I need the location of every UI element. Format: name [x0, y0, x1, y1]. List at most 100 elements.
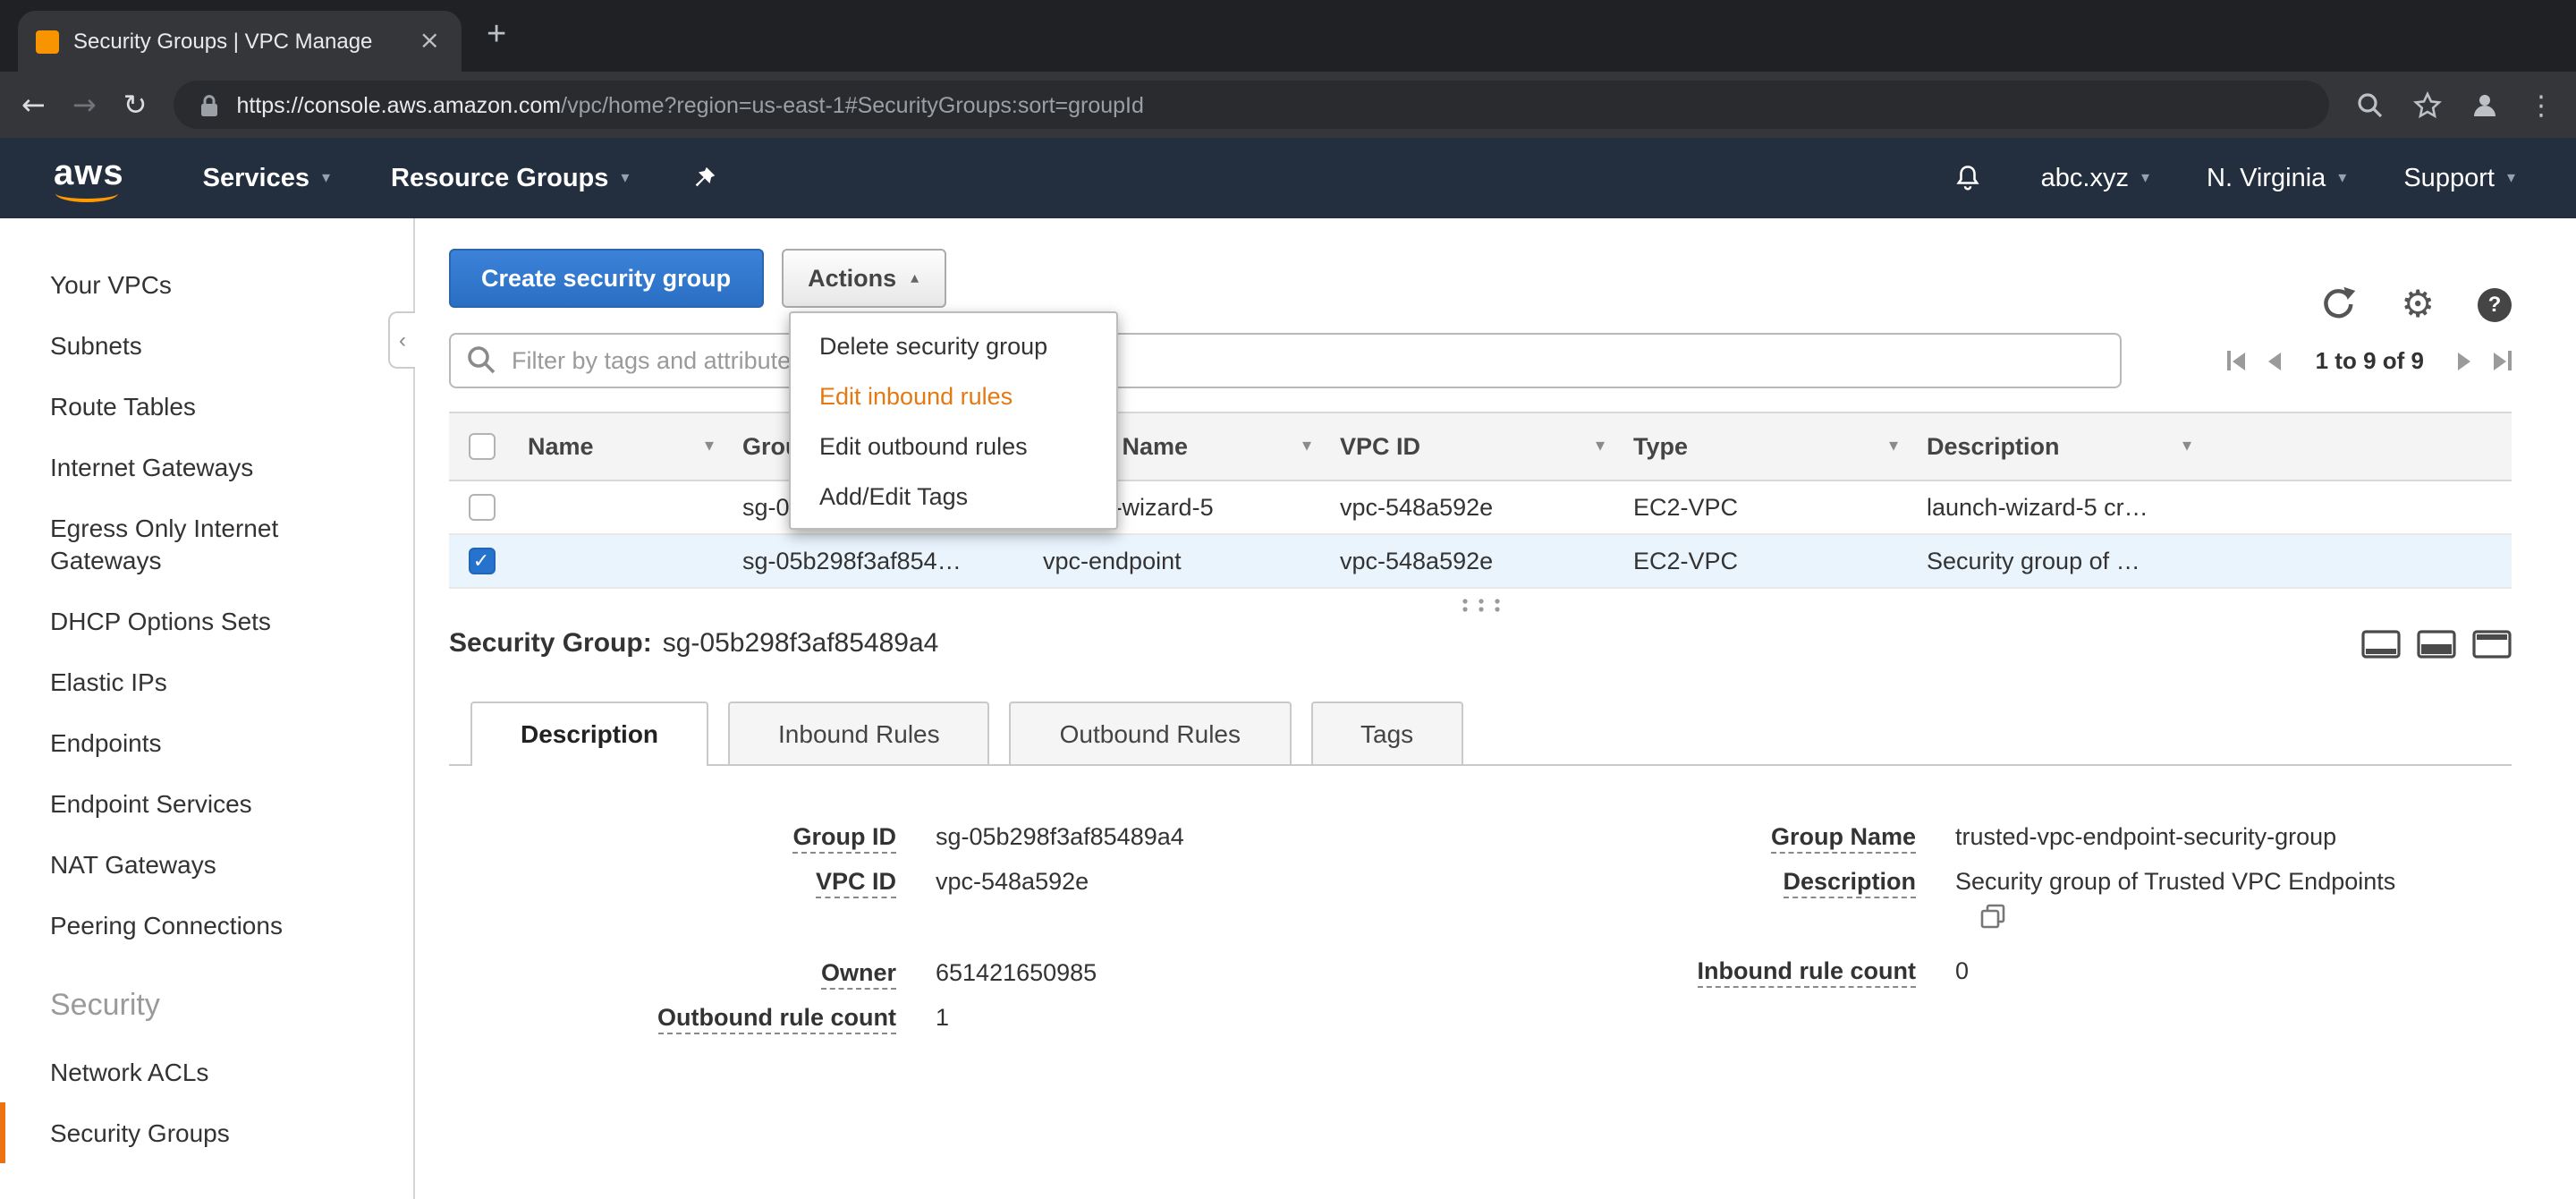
- tab-outbound-rules[interactable]: Outbound Rules: [1009, 702, 1291, 764]
- select-all-checkbox[interactable]: [449, 413, 513, 480]
- sidebar-item-your-vpcs[interactable]: Your VPCs: [0, 254, 413, 315]
- sidebar-item-subnets[interactable]: Subnets: [0, 315, 413, 376]
- sort-caret-icon: ▾: [1595, 437, 1605, 456]
- main-content: Create security group Actions ▴ ⚙ ? Dele…: [417, 218, 2576, 1199]
- sidebar-item-internet-gateways[interactable]: Internet Gateways: [0, 437, 413, 497]
- search-icon[interactable]: [2356, 90, 2385, 119]
- column-header-filler: [2206, 413, 2512, 480]
- menu-item-add-edit-tags[interactable]: Add/Edit Tags: [791, 471, 1116, 521]
- chevron-down-icon: ▾: [621, 169, 630, 187]
- toolbar-icons: ⋮: [2356, 89, 2555, 121]
- nav-right: abc.xyz ▾ N. Virginia ▾ Support ▾: [1952, 162, 2515, 194]
- row-checkbox[interactable]: ✓: [449, 535, 513, 589]
- pin-icon[interactable]: [690, 165, 716, 191]
- sidebar-item-route-tables[interactable]: Route Tables: [0, 376, 413, 437]
- first-page-button[interactable]: [2227, 351, 2246, 370]
- menu-item-edit-outbound-rules[interactable]: Edit outbound rules: [791, 421, 1116, 471]
- pane-split-icon[interactable]: [2417, 629, 2456, 658]
- cell-filler: [2206, 481, 2512, 535]
- url-bar[interactable]: https://console.aws.amazon.com/vpc/home?…: [174, 81, 2329, 129]
- sidebar-item-endpoint-services[interactable]: Endpoint Services: [0, 773, 413, 834]
- bell-icon[interactable]: [1952, 162, 1984, 194]
- aws-navbar: aws Services ▾ Resource Groups ▾ abc.xyz ▾ …: [0, 138, 2576, 218]
- field-label-group-id: Group ID: [503, 823, 896, 854]
- pane-minimized-icon[interactable]: [2361, 629, 2401, 658]
- help-icon[interactable]: ?: [2478, 287, 2512, 321]
- cell-group-name: vpc-endpoint: [1029, 535, 1326, 589]
- cell-vpc-id: vpc-548a592e: [1326, 481, 1619, 535]
- collapse-arrow-icon: ‹: [399, 327, 406, 353]
- tab-tags[interactable]: Tags: [1310, 702, 1464, 764]
- refresh-icon[interactable]: [2318, 285, 2358, 324]
- cell-description: launch-wizard-5 cr…: [1912, 481, 2206, 535]
- sidebar: Your VPCs Subnets Route Tables Internet …: [0, 218, 415, 1199]
- sort-caret-icon: ▾: [1888, 437, 1898, 456]
- sidebar-collapse-button[interactable]: ‹: [388, 311, 415, 369]
- description-tab-content: Group ID sg-05b298f3af85489a4 VPC ID vpc…: [449, 823, 2512, 1049]
- field-value-group-name: trusted-vpc-endpoint-security-group: [1955, 823, 2337, 850]
- sidebar-item-dhcp-options-sets[interactable]: DHCP Options Sets: [0, 591, 413, 651]
- actions-button[interactable]: Actions ▴: [781, 249, 946, 308]
- aws-favicon-icon: [36, 30, 59, 53]
- column-header-vpc-id[interactable]: VPC ID ▾: [1326, 413, 1619, 480]
- reload-icon[interactable]: ↻: [123, 89, 148, 119]
- row-checkbox[interactable]: [449, 481, 513, 535]
- field-value-vpc-id: vpc-548a592e: [936, 868, 1089, 895]
- copy-icon[interactable]: [1980, 904, 2005, 929]
- profile-icon[interactable]: [2470, 90, 2499, 119]
- column-header-type[interactable]: Type ▾: [1619, 413, 1912, 480]
- sidebar-item-network-acls[interactable]: Network ACLs: [0, 1042, 413, 1102]
- table-row-selected[interactable]: ✓ sg-05b298f3af854… vpc-endpoint vpc-548…: [449, 535, 2512, 589]
- action-button-row: Create security group Actions ▴ ⚙ ?: [449, 249, 2512, 322]
- detail-header: Security Group: sg-05b298f3af85489a4: [449, 628, 2512, 659]
- create-security-group-button[interactable]: Create security group: [449, 249, 764, 308]
- sidebar-section-security: Security: [50, 988, 160, 1022]
- new-tab-button[interactable]: +: [487, 16, 506, 55]
- sidebar-item-peering-connections[interactable]: Peering Connections: [0, 895, 413, 956]
- menu-item-delete-security-group[interactable]: Delete security group: [791, 320, 1116, 370]
- field-value-inbound-rule-count: 0: [1955, 957, 1970, 984]
- browser-tab[interactable]: Security Groups | VPC Manage ×: [18, 11, 462, 72]
- pane-maximized-icon[interactable]: [2472, 629, 2512, 658]
- bookmark-star-icon[interactable]: [2413, 90, 2442, 119]
- field-label-description: Description: [1504, 868, 1916, 947]
- cell-group-id: sg-05b298f3af854…: [728, 535, 1029, 589]
- sidebar-item-endpoints[interactable]: Endpoints: [0, 712, 413, 773]
- nav-support[interactable]: Support ▾: [2403, 164, 2515, 192]
- tab-inbound-rules[interactable]: Inbound Rules: [728, 702, 990, 764]
- detail-pane-layout-controls: [2361, 629, 2512, 658]
- browser-menu-icon[interactable]: ⋮: [2528, 89, 2555, 121]
- cell-type: EC2-VPC: [1619, 535, 1912, 589]
- sidebar-item-nat-gateways[interactable]: NAT Gateways: [0, 834, 413, 895]
- tab-close-icon[interactable]: ×: [416, 29, 444, 54]
- sidebar-item-egress-only-internet-gateways[interactable]: Egress Only Internet Gateways: [0, 497, 413, 591]
- column-header-description[interactable]: Description ▾: [1912, 413, 2206, 480]
- field-label-outbound-rule-count: Outbound rule count: [503, 1004, 896, 1034]
- sidebar-item-security-groups[interactable]: Security Groups: [0, 1102, 413, 1163]
- nav-region[interactable]: N. Virginia ▾: [2207, 164, 2346, 192]
- gear-icon[interactable]: ⚙: [2401, 285, 2435, 323]
- filter-input[interactable]: [449, 333, 2122, 388]
- split-drag-handle[interactable]: [449, 598, 2512, 612]
- sidebar-item-elastic-ips[interactable]: Elastic IPs: [0, 651, 413, 712]
- field-label-vpc-id: VPC ID: [503, 868, 896, 898]
- aws-smile-icon: [55, 184, 119, 202]
- previous-page-button[interactable]: [2268, 352, 2282, 370]
- next-page-button[interactable]: [2458, 352, 2470, 370]
- chevron-down-icon: ▾: [2338, 169, 2347, 187]
- column-header-name[interactable]: Name ▾: [513, 413, 728, 480]
- aws-logo[interactable]: aws: [54, 154, 124, 202]
- tab-description[interactable]: Description: [470, 702, 709, 766]
- cell-description: Security group of …: [1912, 535, 2206, 589]
- last-page-button[interactable]: [2494, 351, 2512, 370]
- table-row[interactable]: sg-058900eacc7c… launch-wizard-5 vpc-548…: [449, 481, 2512, 535]
- forward-icon[interactable]: →: [72, 89, 97, 119]
- nav-resource-groups[interactable]: Resource Groups ▾: [391, 164, 629, 192]
- menu-item-edit-inbound-rules[interactable]: Edit inbound rules: [791, 370, 1116, 421]
- nav-account[interactable]: abc.xyz ▾: [2041, 164, 2149, 192]
- search-icon: [468, 346, 496, 374]
- back-icon[interactable]: ←: [21, 89, 46, 119]
- browser-toolbar: ← → ↻ https://console.aws.amazon.com/vpc…: [0, 72, 2576, 138]
- chevron-down-icon: ▾: [321, 169, 331, 187]
- nav-services[interactable]: Services ▾: [203, 164, 330, 192]
